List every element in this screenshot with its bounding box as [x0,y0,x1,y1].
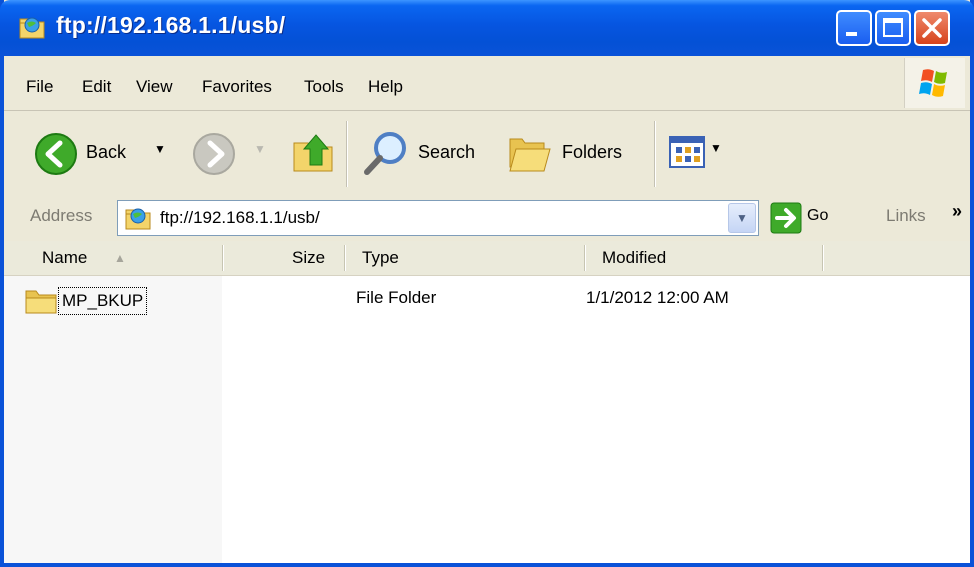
minimize-icon [846,32,857,36]
menu-bar: File Edit View Favorites Tools Help [4,56,970,111]
address-input[interactable]: ftp://192.168.1.1/usb/ ▼ [117,200,759,236]
file-type: File Folder [356,288,437,307]
globe-folder-icon [125,208,151,230]
search-button[interactable]: Search [360,127,490,179]
column-header-type[interactable]: Type [362,248,399,268]
back-button[interactable]: Back ▼ [32,129,182,179]
close-button[interactable] [914,10,950,46]
column-divider[interactable] [584,245,585,271]
go-arrow-icon[interactable] [770,202,802,234]
menu-edit[interactable]: Edit [82,77,111,97]
folders-icon [509,138,551,172]
minimize-button[interactable] [836,10,872,46]
globe-folder-icon [19,17,45,39]
address-label: Address [30,206,93,225]
back-dropdown-arrow[interactable]: ▼ [154,142,166,156]
address-dropdown-button[interactable]: ▼ [728,203,756,233]
sort-ascending-icon: ▲ [114,251,126,265]
window-title: ftp://192.168.1.1/usb/ [56,12,286,38]
go-button-label[interactable]: Go [807,207,828,225]
menu-favorites[interactable]: Favorites [202,77,272,97]
explorer-window: ftp://192.168.1.1/usb/ File Edit View Fa… [0,0,974,567]
back-arrow-icon [35,133,77,175]
address-bar: Address ftp://192.168.1.1/usb/ ▼ Go Link… [4,197,970,242]
forward-button[interactable]: ▼ [190,129,270,179]
column-divider[interactable] [344,245,345,271]
up-folder-icon[interactable] [288,127,338,177]
toolbar-separator [346,121,347,187]
forward-arrow-icon [193,133,235,175]
close-icon [922,18,942,38]
column-divider[interactable] [222,245,223,271]
title-bar[interactable]: ftp://192.168.1.1/usb/ [0,0,974,56]
windows-logo-icon [919,69,947,97]
views-dropdown-arrow[interactable]: ▼ [710,141,722,155]
menu-tools[interactable]: Tools [304,77,344,97]
windows-logo-area [904,58,965,108]
column-header-name[interactable]: Name [42,248,87,268]
back-label: Back [86,142,127,162]
column-divider[interactable] [822,245,823,271]
links-label[interactable]: Links [886,206,926,226]
file-modified: 1/1/2012 12:00 AM [586,288,729,307]
search-magnifier-icon [364,132,406,175]
file-list-view[interactable]: Name ▲ Size Type Modified MP_BKUP File F… [4,241,970,563]
views-icon [669,136,705,168]
file-name[interactable]: MP_BKUP [58,287,148,315]
address-value: ftp://192.168.1.1/usb/ [160,208,320,227]
folder-icon [25,290,57,314]
menu-help[interactable]: Help [368,77,403,97]
folders-button[interactable]: Folders [506,127,638,179]
column-header-bar: Name ▲ Size Type Modified [4,241,970,276]
maximize-icon [883,18,903,37]
menu-file[interactable]: File [26,77,53,97]
maximize-button[interactable] [875,10,911,46]
column-header-size[interactable]: Size [292,248,325,268]
toolbar-separator-2 [654,121,655,187]
sorted-column-shading [4,275,222,563]
column-header-modified[interactable]: Modified [602,248,666,268]
forward-dropdown-arrow[interactable]: ▼ [254,142,266,156]
menu-view[interactable]: View [136,77,173,97]
links-chevron[interactable]: » [952,201,962,222]
folders-label: Folders [562,142,623,162]
search-label: Search [418,142,476,162]
standard-toolbar: Back ▼ ▼ Search Folders ▼ [4,111,970,198]
views-button[interactable]: ▼ [668,131,728,175]
